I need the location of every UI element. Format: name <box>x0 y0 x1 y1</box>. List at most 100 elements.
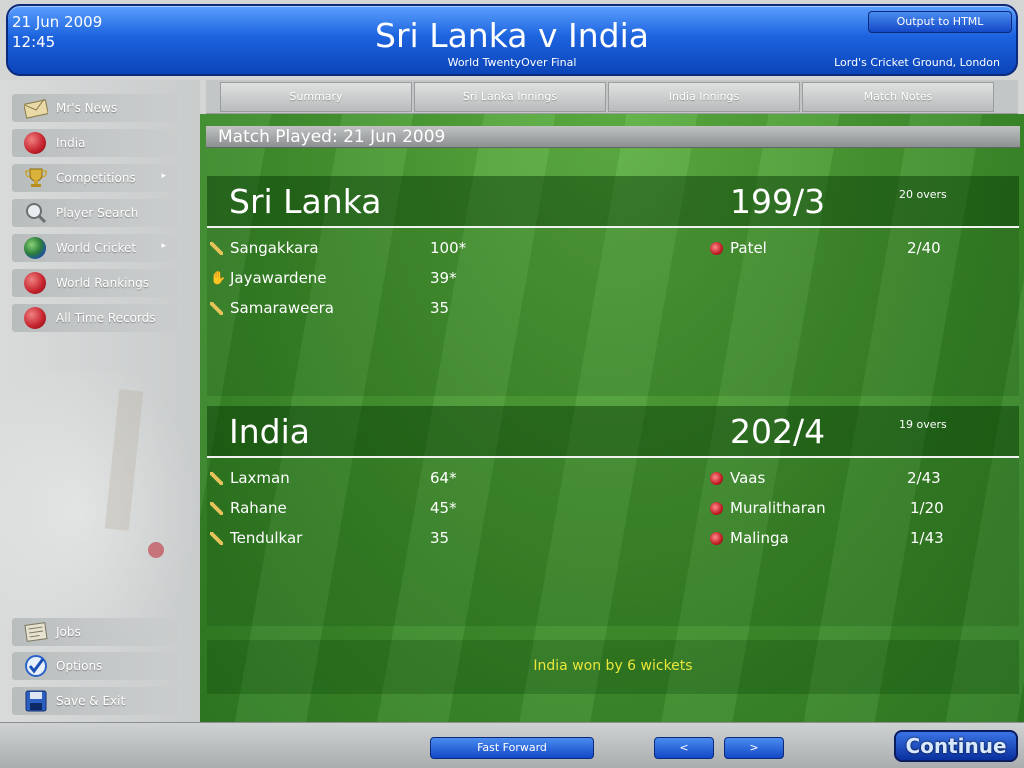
match-played-bar: Match Played: 21 Jun 2009 <box>206 126 1020 148</box>
envelope-icon <box>24 98 48 119</box>
globe-icon <box>24 237 46 259</box>
bowler-figures: 1/20 <box>910 499 944 517</box>
sidebar-item-label: Save & Exit <box>56 694 126 708</box>
sidebar-item-label: India <box>56 136 86 150</box>
batsman-row[interactable]: Laxman 64* <box>207 468 467 490</box>
cricket-ball-icon <box>710 472 723 485</box>
overs-count: 19 overs <box>899 418 947 431</box>
magnifier-icon <box>26 203 47 224</box>
batsman-runs: 45* <box>430 499 457 517</box>
bowler-row[interactable]: Patel 2/40 <box>707 238 947 260</box>
batsman-runs: 64* <box>430 469 457 487</box>
sidebar-item-label: Mr's News <box>56 101 118 115</box>
bowler-name: Vaas <box>730 469 766 487</box>
submenu-arrow-icon: ▸ <box>161 241 166 251</box>
trophy-icon <box>25 168 47 187</box>
bowler-row[interactable]: Vaas 2/43 <box>707 468 947 490</box>
cricket-ball-icon <box>24 307 46 329</box>
tab-summary[interactable]: Summary <box>220 82 412 112</box>
sidebar-item-jobs[interactable]: Jobs <box>12 618 178 646</box>
innings-panel-india: India 202/4 19 overs Laxman 64* Rahane 4… <box>207 406 1019 626</box>
sidebar-item-player-search[interactable]: Player Search <box>12 199 178 227</box>
sidebar-item-world-rankings[interactable]: World Rankings <box>12 269 178 297</box>
cricket-ball-icon <box>710 242 723 255</box>
bowler-figures: 1/43 <box>910 529 944 547</box>
floppy-disk-icon <box>25 690 47 712</box>
checkmark-icon <box>25 655 47 677</box>
continue-button[interactable]: Continue <box>894 730 1018 762</box>
bat-icon <box>210 532 223 545</box>
batsman-row[interactable]: ✋ Jayawardene 39* <box>207 268 467 290</box>
batsman-runs: 100* <box>430 239 467 257</box>
newspaper-icon <box>24 622 48 642</box>
batsman-row[interactable]: Samaraweera 35 <box>207 298 467 320</box>
sidebar-item-label: Jobs <box>56 625 81 639</box>
bat-icon <box>210 242 223 255</box>
match-result-text: India won by 6 wickets <box>533 658 693 674</box>
team-name: Sri Lanka <box>229 182 382 221</box>
batsman-runs: 35 <box>430 529 450 547</box>
team-score: 202/4 <box>730 412 826 451</box>
sidebar-item-india[interactable]: India <box>12 129 178 157</box>
batsman-name: Sangakkara <box>230 239 319 257</box>
sidebar-item-label: Options <box>56 659 103 673</box>
innings-panel-sri-lanka: Sri Lanka 199/3 20 overs Sangakkara 100*… <box>207 176 1019 396</box>
sidebar-item-all-time-records[interactable]: All Time Records <box>12 304 178 332</box>
bowler-figures: 2/40 <box>907 239 941 257</box>
bowler-name: Muralitharan <box>730 499 826 517</box>
batsman-name: Samaraweera <box>230 299 334 317</box>
title-bar: 21 Jun 2009 12:45 Sri Lanka v India Worl… <box>6 4 1018 76</box>
bowler-figures: 2/43 <box>907 469 941 487</box>
cricket-ball-icon <box>24 272 46 294</box>
sidebar-item-label: World Rankings <box>56 276 149 290</box>
batsman-name: Laxman <box>230 469 290 487</box>
wicketkeeper-glove-icon: ✋ <box>210 271 227 286</box>
bowler-name: Patel <box>730 239 767 257</box>
bowler-row[interactable]: Muralitharan 1/20 <box>707 498 947 520</box>
innings-header: Sri Lanka 199/3 20 overs <box>207 176 1019 228</box>
batsman-row[interactable]: Sangakkara 100* <box>207 238 467 260</box>
batsman-row[interactable]: Rahane 45* <box>207 498 467 520</box>
batsman-name: Jayawardene <box>230 269 327 287</box>
fast-forward-button[interactable]: Fast Forward <box>430 737 594 759</box>
next-button[interactable]: > <box>724 737 784 759</box>
sidebar-item-label: All Time Records <box>56 311 156 325</box>
sidebar-item-label: Competitions <box>56 171 136 185</box>
team-name: India <box>229 412 310 451</box>
tab-sri-lanka-innings[interactable]: Sri Lanka Innings <box>414 82 606 112</box>
tab-bar: Summary Sri Lanka Innings India Innings … <box>206 80 1018 114</box>
sidebar-item-save-exit[interactable]: Save & Exit <box>12 687 178 715</box>
cricket-ball-icon <box>710 532 723 545</box>
innings-header: India 202/4 19 overs <box>207 406 1019 458</box>
cricket-ball-icon <box>710 502 723 515</box>
batsman-runs: 35 <box>430 299 450 317</box>
output-to-html-button[interactable]: Output to HTML <box>868 11 1012 33</box>
batsman-row[interactable]: Tendulkar 35 <box>207 528 467 550</box>
tab-india-innings[interactable]: India Innings <box>608 82 800 112</box>
batsman-name: Rahane <box>230 499 287 517</box>
sidebar-item-label: World Cricket <box>56 241 137 255</box>
sidebar-item-world-cricket[interactable]: World Cricket ▸ <box>12 234 178 262</box>
background-ball-image <box>148 542 164 558</box>
bat-icon <box>210 302 223 315</box>
sidebar-item-label: Player Search <box>56 206 139 220</box>
bowler-row[interactable]: Malinga 1/43 <box>707 528 947 550</box>
sidebar: Mr's News India Competitions ▸ Player Se… <box>0 80 200 722</box>
bat-icon <box>210 502 223 515</box>
sidebar-item-competitions[interactable]: Competitions ▸ <box>12 164 178 192</box>
match-played-label: Match Played: 21 Jun 2009 <box>218 127 446 147</box>
batsman-runs: 39* <box>430 269 457 287</box>
bat-icon <box>210 472 223 485</box>
tab-match-notes[interactable]: Match Notes <box>802 82 994 112</box>
bowler-name: Malinga <box>730 529 789 547</box>
page-title: Sri Lanka v India <box>375 16 649 55</box>
sidebar-item-news[interactable]: Mr's News <box>12 94 178 122</box>
sidebar-item-options[interactable]: Options <box>12 652 178 680</box>
match-result-panel: India won by 6 wickets <box>207 640 1019 694</box>
batsman-name: Tendulkar <box>230 529 303 547</box>
venue-label: Lord's Cricket Ground, London <box>834 56 1000 69</box>
cricket-ball-icon <box>24 132 46 154</box>
team-score: 199/3 <box>730 182 826 221</box>
previous-button[interactable]: < <box>654 737 714 759</box>
submenu-arrow-icon: ▸ <box>161 171 166 181</box>
